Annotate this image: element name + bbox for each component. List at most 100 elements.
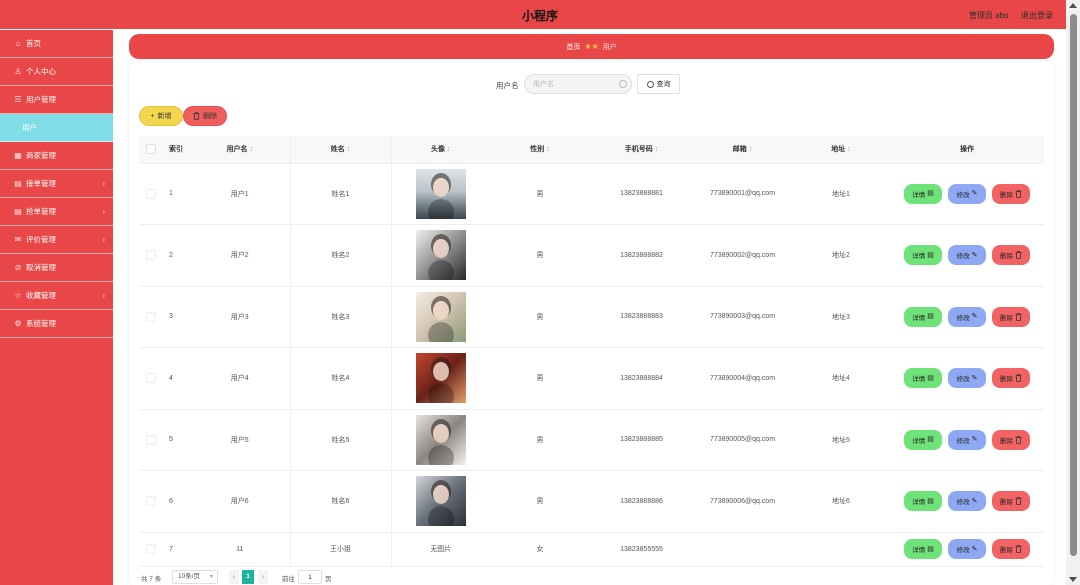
sort-icon[interactable]: ↕ xyxy=(847,146,851,153)
sidebar-item-accept-order-management[interactable]: ▤ 接单管理 › xyxy=(0,170,113,198)
row-checkbox[interactable] xyxy=(146,544,156,554)
page-size-value: 10条/页 xyxy=(178,573,201,580)
delete-button[interactable]: 删除 xyxy=(992,429,1030,450)
username-cell: 用户5 xyxy=(190,409,291,471)
index-cell: 4 xyxy=(163,347,190,410)
users-table: 索引 用户名 ↕ 姓名 ↕ 头像 ↕ 性别 ↕ 手机号码 ↕ 邮箱 ↕ 地址 ↕ 操作 1 用户… xyxy=(139,136,1044,567)
logout-link[interactable]: 退出登录 xyxy=(1021,10,1053,21)
index-cell: 2 xyxy=(163,224,190,287)
row-checkbox[interactable] xyxy=(146,434,156,445)
row-checkbox[interactable] xyxy=(146,311,156,322)
sidebar-item-review-management[interactable]: ✉ 评价管理 › xyxy=(0,226,113,254)
prev-page-button[interactable]: ‹ xyxy=(229,570,239,584)
add-button[interactable]: + 新增 xyxy=(139,106,183,126)
row-select-cell xyxy=(139,347,163,410)
delete-button[interactable]: 删除 xyxy=(992,368,1030,389)
column-header-label: 性别 xyxy=(530,146,545,154)
search-button[interactable]: 查询 xyxy=(637,74,680,94)
sidebar-item-cancel-management[interactable]: ⊘ 取消管理 xyxy=(0,254,113,282)
edit-button[interactable]: 修改 ✎ xyxy=(948,306,986,327)
edit-icon: ✎ xyxy=(971,374,978,382)
sidebar-item-grab-order-management[interactable]: ▤ 抢单管理 › xyxy=(0,198,113,226)
delete-button[interactable]: 删除 xyxy=(992,245,1030,266)
sort-icon[interactable]: ↕ xyxy=(447,146,451,153)
name-cell: 姓名5 xyxy=(290,409,392,471)
sort-icon[interactable]: ↕ xyxy=(749,146,753,153)
row-checkbox[interactable] xyxy=(146,496,156,507)
name-cell: 姓名6 xyxy=(290,470,392,533)
column-header-email[interactable]: 邮箱 ↕ xyxy=(693,136,792,164)
sort-icon[interactable]: ↕ xyxy=(546,146,550,153)
row-checkbox[interactable] xyxy=(146,373,156,384)
row-select-cell xyxy=(139,532,163,567)
delete-button-label: 删除 xyxy=(1000,253,1013,261)
name-cell: 姓名1 xyxy=(290,163,392,225)
edit-button[interactable]: 修改 ✎ xyxy=(948,491,986,512)
next-page-button[interactable]: › xyxy=(258,570,268,584)
edit-icon: ✎ xyxy=(971,251,978,259)
scroll-up-arrow-icon[interactable] xyxy=(1069,3,1077,8)
breadcrumb-home[interactable]: 首页 xyxy=(566,44,580,51)
delete-button-label: 删除 xyxy=(1000,191,1013,199)
page-number-button[interactable]: 1 xyxy=(242,570,254,584)
username-search-input[interactable] xyxy=(524,74,632,94)
sort-icon[interactable]: ↕ xyxy=(250,146,254,153)
detail-button[interactable]: 详情 ▤ xyxy=(904,306,942,327)
row-checkbox[interactable] xyxy=(146,188,156,199)
delete-button[interactable]: 删除 xyxy=(992,306,1030,327)
sex-cell: 男 xyxy=(490,286,590,348)
edit-button[interactable]: 修改 ✎ xyxy=(948,539,986,559)
scroll-down-arrow-icon[interactable] xyxy=(1069,577,1077,582)
edit-button[interactable]: 修改 ✎ xyxy=(948,245,986,266)
sidebar-item-home[interactable]: ⌂ 首页 xyxy=(0,30,113,58)
table-row: 5 用户5 姓名5 男 13823888885 773890005@qq.com 地址5 详情… xyxy=(139,409,1044,471)
scrollbar-thumb[interactable] xyxy=(1070,14,1077,556)
column-header-sex[interactable]: 性别 ↕ xyxy=(490,136,590,164)
sex-cell: 男 xyxy=(490,409,590,471)
order-icon: ▤ xyxy=(14,179,22,188)
sidebar-item-user-management[interactable]: ☰ 用户管理 xyxy=(0,86,113,114)
sidebar-item-merchant-management[interactable]: ▦ 商家管理 xyxy=(0,142,113,170)
column-header-label: 邮箱 xyxy=(732,146,747,154)
vertical-scrollbar[interactable] xyxy=(1066,0,1080,585)
column-header-address[interactable]: 地址 ↕ xyxy=(792,136,890,164)
column-header-avatar[interactable]: 头像 ↕ xyxy=(391,136,490,164)
sidebar-item-users[interactable]: 用户 xyxy=(0,114,113,142)
detail-button[interactable]: 详情 ▤ xyxy=(904,368,942,389)
column-header-name[interactable]: 姓名 ↕ xyxy=(290,136,392,164)
detail-button[interactable]: 详情 ▤ xyxy=(904,245,942,266)
actions-cell: 详情 ▤ 修改 ✎ 删除 xyxy=(890,163,1044,225)
admin-name: 管理员 abo xyxy=(969,11,1009,20)
chevron-down-icon: ▾ xyxy=(209,574,213,580)
goto-page-input[interactable] xyxy=(298,570,322,584)
actions-cell: 详情 ▤ 修改 ✎ 删除 xyxy=(890,347,1044,410)
bulk-delete-button[interactable]: 删除 xyxy=(183,106,227,126)
sidebar-item-system-management[interactable]: ⚙ 系统管理 xyxy=(0,310,113,338)
delete-button[interactable]: 删除 xyxy=(992,183,1030,204)
avatar-image xyxy=(415,291,466,342)
sort-icon[interactable]: ↕ xyxy=(655,146,659,153)
delete-button[interactable]: 删除 xyxy=(992,491,1030,512)
column-header-username[interactable]: 用户名 ↕ xyxy=(190,136,291,164)
column-header-phone[interactable]: 手机号码 ↕ xyxy=(590,136,693,164)
edit-button[interactable]: 修改 ✎ xyxy=(948,183,986,204)
detail-button[interactable]: 详情 ▤ xyxy=(904,183,942,204)
sidebar-item-favorite-management[interactable]: ☆ 收藏管理 › xyxy=(0,282,113,310)
shop-icon: ▦ xyxy=(14,151,22,160)
detail-button[interactable]: 详情 ▤ xyxy=(904,539,942,559)
sidebar-item-profile[interactable]: ♙ 个人中心 xyxy=(0,58,113,86)
phone-cell: 13823888885 xyxy=(590,409,693,471)
select-all-checkbox[interactable] xyxy=(146,144,156,155)
edit-icon: ✎ xyxy=(971,497,978,505)
page-size-select[interactable]: 10条/页 ▾ xyxy=(172,570,218,584)
detail-button[interactable]: 详情 ▤ xyxy=(904,491,942,512)
detail-button[interactable]: 详情 ▤ xyxy=(904,429,942,450)
edit-button[interactable]: 修改 ✎ xyxy=(948,429,986,450)
delete-button[interactable]: 删除 xyxy=(992,539,1030,559)
edit-button[interactable]: 修改 ✎ xyxy=(948,368,986,389)
row-actions: 详情 ▤ 修改 ✎ 删除 xyxy=(890,539,1044,559)
row-checkbox[interactable] xyxy=(146,250,156,261)
trash-icon xyxy=(1015,374,1022,383)
sort-icon[interactable]: ↕ xyxy=(347,146,351,153)
clear-icon[interactable] xyxy=(619,80,627,88)
